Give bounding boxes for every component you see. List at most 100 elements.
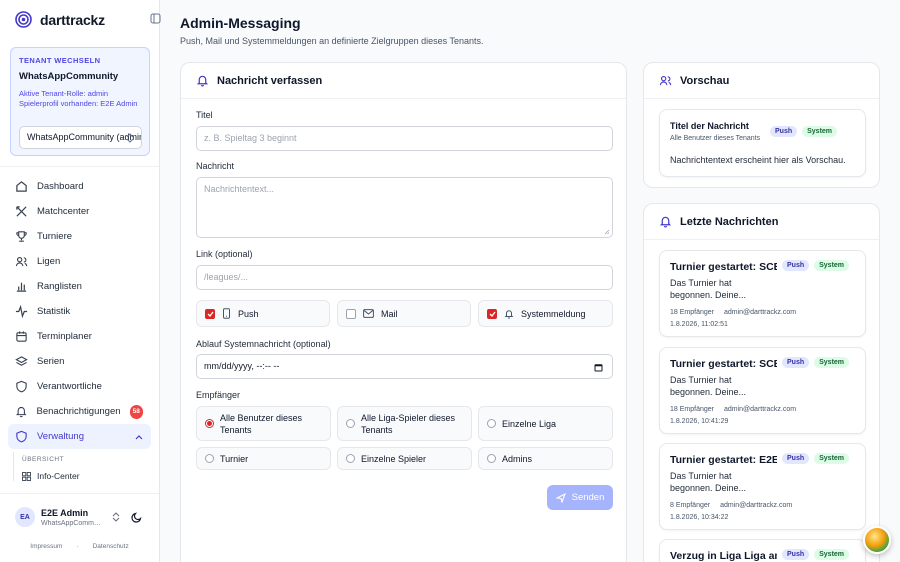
user-menu[interactable]: EA E2E Admin WhatsAppCommunity — [15, 507, 150, 527]
radio-button[interactable] — [205, 419, 214, 428]
subnav-heading: ÜBERSICHT — [22, 456, 65, 463]
nav-item-dashboard[interactable]: Dashboard — [8, 174, 151, 199]
nav-item-ranglisten[interactable]: Ranglisten — [8, 274, 151, 299]
message-date: 1.8.2026, 11:02:51 — [670, 321, 728, 328]
recipient-option[interactable]: Turnier — [196, 447, 331, 470]
bar-chart-icon — [16, 282, 27, 292]
bell-icon — [15, 407, 27, 418]
shield-icon — [16, 430, 27, 443]
subnav-item-info-center[interactable]: Info-Center — [22, 471, 151, 481]
preview-message: Titel der Nachricht Alle Benutzer dieses… — [659, 109, 866, 177]
subnav-verwaltung: ÜBERSICHT Info-Center — [13, 452, 151, 481]
preview-header: Vorschau — [644, 63, 879, 99]
nav-item-serien[interactable]: Serien — [8, 349, 151, 374]
message-date: 1.8.2026, 10:34:22 — [670, 514, 729, 521]
expiry-label: Ablauf Systemnachricht (optional) — [196, 339, 331, 349]
recent-message-item[interactable]: Turnier gestartet: SCE Push System Das T… — [659, 250, 866, 337]
title-input[interactable]: z. B. Spieltag 3 beginnt — [196, 126, 613, 151]
title-label: Titel — [196, 110, 213, 120]
sidebar-toggle-icon[interactable] — [150, 13, 161, 24]
radio-button[interactable] — [205, 454, 214, 463]
bell-icon — [659, 216, 672, 228]
radio-button[interactable] — [346, 454, 355, 463]
link-label: Link (optional) — [196, 249, 253, 259]
nav-item-matchcenter[interactable]: Matchcenter — [8, 199, 151, 224]
expiry-datetime-input[interactable]: mm/dd/yyyy, --:-- -- — [196, 354, 613, 379]
channel-label: Systemmeldung — [521, 308, 586, 319]
preview-audience: Alle Benutzer dieses Tenants — [670, 135, 761, 142]
recipient-label: Einzelne Liga — [502, 418, 557, 429]
recent-message-item[interactable]: Verzug in Liga Liga am Push System — [659, 539, 866, 562]
nav-item-benachrichtigungen[interactable]: Benachrichtigungen 58 — [8, 399, 151, 424]
push-badge: Push — [782, 357, 810, 368]
impressum-link[interactable]: Impressum — [30, 543, 62, 550]
recipient-label: Admins — [502, 453, 533, 464]
tenant-profile: Spielerprofil vorhanden: E2E Admin — [19, 99, 138, 108]
trophy-icon — [16, 231, 27, 242]
push-checkbox[interactable] — [205, 308, 215, 319]
radio-button[interactable] — [487, 419, 496, 428]
nav-label: Ranglisten — [37, 281, 82, 292]
message-title: Turnier gestartet: E2E — [670, 454, 777, 466]
systemmeldung-checkbox[interactable] — [487, 308, 497, 319]
mail-checkbox[interactable] — [346, 308, 356, 319]
moon-icon[interactable] — [131, 511, 143, 523]
nav-item-statistik[interactable]: Statistik — [8, 299, 151, 324]
recipient-option[interactable]: Alle Liga-Spieler dieses Tenants — [337, 406, 472, 441]
avatar: EA — [15, 507, 35, 527]
preview-card: Vorschau Titel der Nachricht Alle Benutz… — [643, 62, 880, 188]
channel-mail[interactable]: Mail — [337, 300, 471, 327]
datenschutz-link[interactable]: Datenschutz — [93, 543, 129, 550]
recipient-option[interactable]: Einzelne Spieler — [337, 447, 472, 470]
recipient-option[interactable]: Einzelne Liga — [478, 406, 613, 441]
nav-item-verantwortliche[interactable]: Verantwortliche — [8, 374, 151, 399]
calendar-icon[interactable] — [594, 363, 603, 372]
recipient-option[interactable]: Admins — [478, 447, 613, 470]
shield-icon — [16, 380, 27, 393]
message-textarea[interactable]: Nachrichtentext... — [196, 177, 613, 238]
smartphone-icon — [223, 308, 230, 319]
nav-label: Terminplaner — [37, 331, 92, 342]
recent-message-item[interactable]: Turnier gestartet: SCE Push System Das T… — [659, 347, 866, 434]
compose-heading: Nachricht verfassen — [217, 74, 323, 87]
nav-item-terminplaner[interactable]: Terminplaner — [8, 324, 151, 349]
radio-button[interactable] — [487, 454, 496, 463]
nav-item-ligen[interactable]: Ligen — [8, 249, 151, 274]
channel-systemmeldung[interactable]: Systemmeldung — [478, 300, 613, 327]
preview-heading: Vorschau — [680, 74, 730, 87]
chevron-updown-icon — [126, 133, 134, 143]
calendar-icon — [16, 331, 27, 342]
tenant-select[interactable]: WhatsAppCommunity (admin) — [19, 126, 142, 149]
channel-push[interactable]: Push — [196, 300, 330, 327]
user-name: E2E Admin — [41, 507, 89, 518]
tenant-switcher: TENANT WECHSELN WhatsAppCommunity Aktive… — [10, 47, 150, 156]
push-badge: Push — [782, 549, 810, 560]
recent-message-item[interactable]: Turnier gestartet: E2E Push System Das T… — [659, 443, 866, 530]
nav-item-verwaltung[interactable]: Verwaltung — [8, 424, 151, 449]
brand[interactable]: darttrackz — [15, 11, 105, 28]
message-recipients: 18 Empfänger — [670, 406, 714, 413]
nav-label: Matchcenter — [37, 206, 90, 217]
floating-assistant-button[interactable] — [863, 526, 891, 554]
radio-button[interactable] — [346, 419, 355, 428]
bell-icon — [196, 75, 209, 87]
brand-name: darttrackz — [40, 11, 105, 28]
divider — [0, 166, 159, 167]
recipient-label: Alle Liga-Spieler dieses Tenants — [361, 412, 456, 435]
compose-header: Nachricht verfassen — [181, 63, 626, 99]
chevron-up-icon — [135, 434, 143, 440]
sidebar: darttrackz TENANT WECHSELN WhatsAppCommu… — [0, 0, 161, 562]
resize-handle-icon[interactable] — [604, 229, 610, 235]
nav-item-turniere[interactable]: Turniere — [8, 224, 151, 249]
link-input[interactable]: /leagues/... — [196, 265, 613, 290]
recipient-label: Alle Benutzer dieses Tenants — [220, 412, 303, 435]
recipient-option[interactable]: Alle Benutzer dieses Tenants — [196, 406, 331, 441]
system-badge: System — [802, 126, 838, 137]
send-button[interactable]: Senden — [547, 485, 613, 510]
message-date: 1.8.2026, 10:41:29 — [670, 418, 729, 425]
preview-tags: Push System — [770, 126, 838, 137]
nav-label: Ligen — [37, 256, 61, 267]
message-meta: 18 Empfänger admin@darttrackz.com — [670, 309, 796, 316]
recipient-label: Turnier — [220, 453, 249, 464]
recent-heading: Letzte Nachrichten — [680, 215, 779, 228]
